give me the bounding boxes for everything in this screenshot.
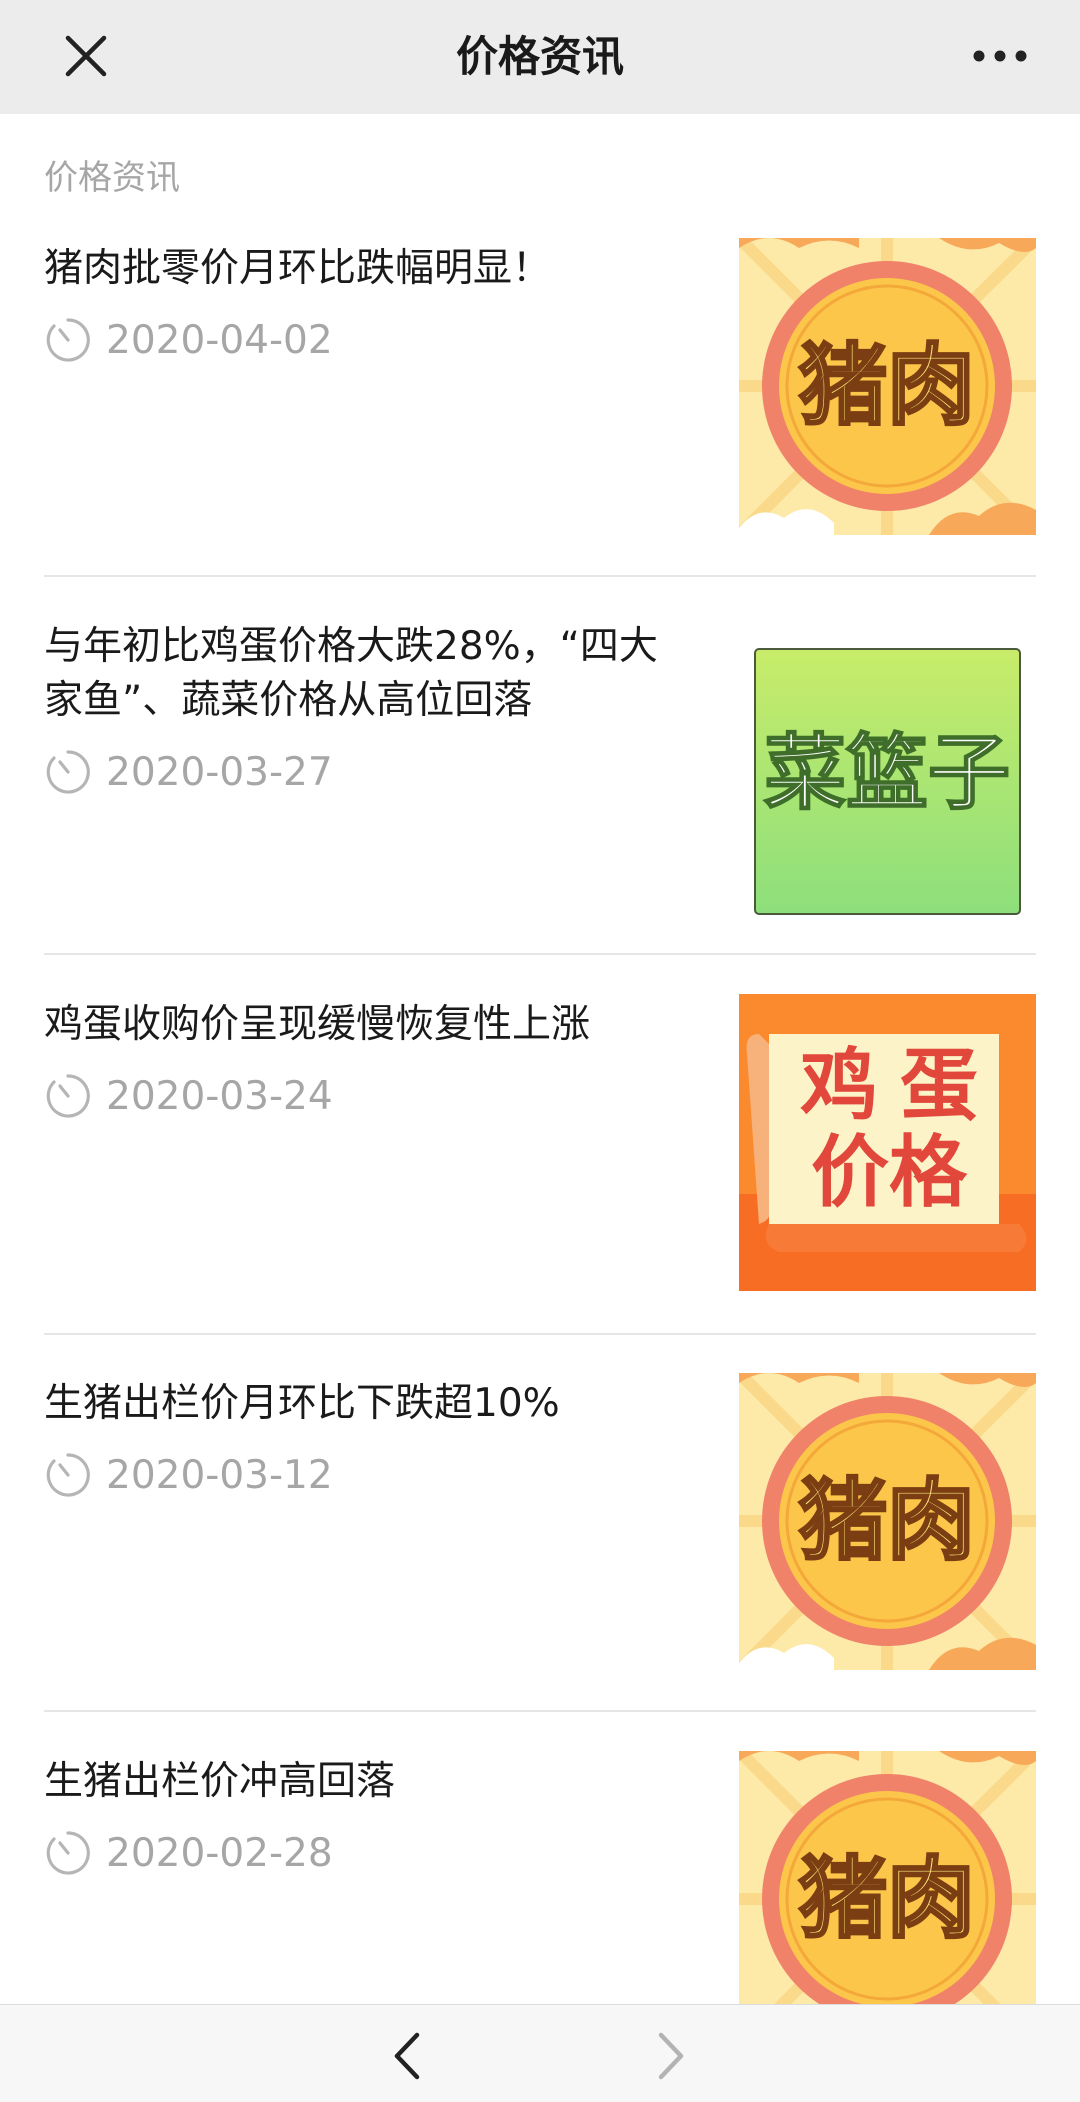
article-thumbnail: 菜篮子 bbox=[739, 633, 1036, 930]
clock-icon bbox=[46, 318, 90, 362]
article-thumbnail: 鸡 蛋 价格 bbox=[739, 994, 1036, 1291]
article-date: 2020-02-28 bbox=[44, 1829, 333, 1877]
article-date-text: 2020-02-28 bbox=[106, 1830, 333, 1876]
clock-icon bbox=[46, 1074, 90, 1118]
article-title: 鸡蛋收购价呈现缓慢恢复性上涨 bbox=[44, 1002, 591, 1047]
article-thumbnail: 猪肉 bbox=[739, 238, 1036, 535]
divider bbox=[44, 1333, 1036, 1335]
article-title: 生猪出栏价冲高回落 bbox=[44, 1759, 396, 1804]
close-icon bbox=[65, 35, 107, 77]
article-date-text: 2020-03-24 bbox=[106, 1073, 333, 1119]
page-title: 价格资讯 bbox=[455, 32, 624, 81]
more-button[interactable] bbox=[962, 24, 1038, 88]
article-date: 2020-03-27 bbox=[44, 748, 333, 796]
thumbnail-text: 猪肉 bbox=[799, 1471, 975, 1570]
thumbnail-text-line2: 价格 bbox=[811, 1128, 968, 1216]
chevron-left-icon bbox=[394, 2032, 420, 2080]
more-icon bbox=[973, 50, 1027, 62]
article-title: 与年初比鸡蛋价格大跌28%，“四大家鱼”、蔬菜价格从高位回落 bbox=[44, 624, 658, 723]
article-date: 2020-04-02 bbox=[44, 316, 333, 364]
forward-button[interactable] bbox=[637, 2021, 707, 2091]
back-button[interactable] bbox=[371, 2021, 441, 2091]
thumbnail-text: 猪肉 bbox=[799, 1849, 975, 1948]
close-button[interactable] bbox=[54, 24, 118, 88]
article-title: 猪肉批零价月环比跌幅明显！ bbox=[44, 246, 552, 291]
divider bbox=[44, 1710, 1036, 1712]
thumbnail-text: 菜篮子 bbox=[764, 728, 1010, 819]
article-date: 2020-03-12 bbox=[44, 1451, 333, 1499]
article-date-text: 2020-03-27 bbox=[106, 749, 333, 795]
article-date-text: 2020-04-02 bbox=[106, 317, 333, 363]
divider bbox=[44, 575, 1036, 577]
thumbnail-text: 猪肉 bbox=[799, 336, 975, 435]
bottom-nav-bar bbox=[0, 2004, 1080, 2102]
article-date-text: 2020-03-12 bbox=[106, 1452, 333, 1498]
section-label: 价格资讯 bbox=[44, 158, 180, 198]
clock-icon bbox=[46, 1831, 90, 1875]
divider bbox=[44, 953, 1036, 955]
clock-icon bbox=[46, 750, 90, 794]
clock-icon bbox=[46, 1453, 90, 1497]
article-thumbnail: 猪肉 bbox=[739, 1373, 1036, 1670]
article-date: 2020-03-24 bbox=[44, 1072, 333, 1120]
chevron-right-icon bbox=[658, 2032, 684, 2080]
thumbnail-text-line1: 鸡 蛋 bbox=[800, 1041, 978, 1129]
article-title: 生猪出栏价月环比下跌超10% bbox=[44, 1381, 560, 1426]
top-bar: 价格资讯 bbox=[0, 0, 1080, 114]
